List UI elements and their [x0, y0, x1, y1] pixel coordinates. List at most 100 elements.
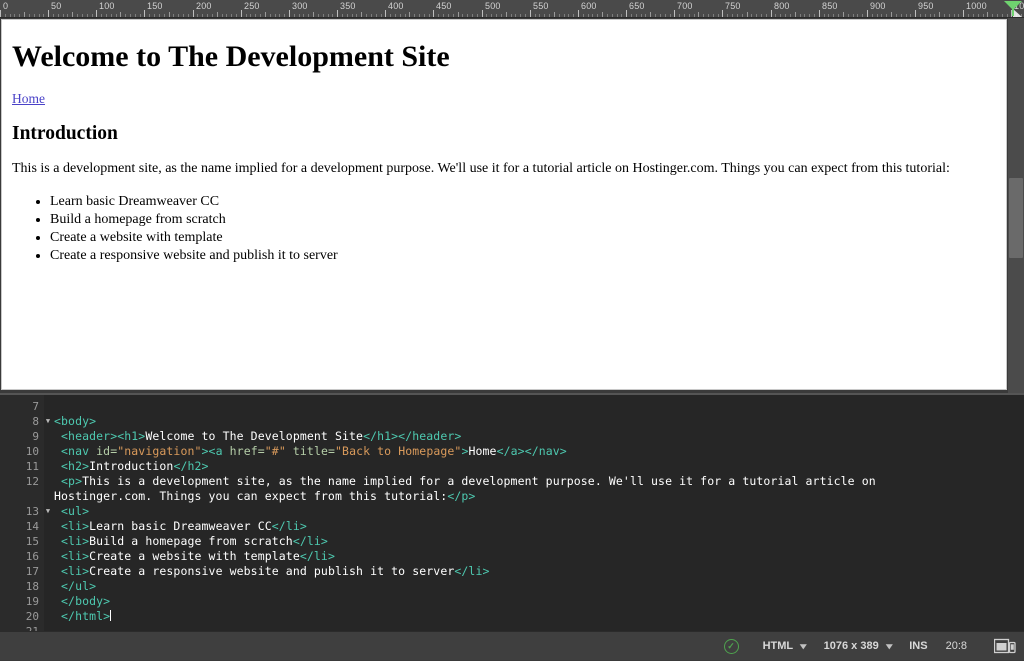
- ruler-tick: [602, 12, 603, 17]
- ruler-tick: [120, 12, 121, 17]
- rendered-page[interactable]: Welcome to The Development Site Home Int…: [1, 19, 1007, 390]
- intro-paragraph: This is a development site, as the name …: [12, 159, 956, 179]
- ruler-tick: [438, 14, 439, 17]
- code-line[interactable]: <p>This is a development site, as the na…: [54, 474, 1024, 489]
- ruler-tick: [578, 10, 579, 17]
- code-line[interactable]: [54, 624, 1024, 631]
- design-view[interactable]: Welcome to The Development Site Home Int…: [0, 18, 1024, 393]
- code-line[interactable]: </ul>: [54, 579, 1024, 594]
- code-line[interactable]: [54, 399, 1024, 414]
- ruler-tick: [751, 14, 752, 17]
- code-line[interactable]: <li>Create a responsive website and publ…: [54, 564, 1024, 579]
- ruler-tick: [978, 14, 979, 17]
- code-line[interactable]: Hostinger.com. Things you can expect fro…: [54, 489, 1024, 504]
- device-preview-icon[interactable]: [994, 638, 1016, 655]
- ruler-label: 800: [774, 1, 790, 11]
- code-line[interactable]: </html>: [54, 609, 1024, 624]
- section-heading-introduction: Introduction: [12, 123, 996, 145]
- ruler-tick: [588, 14, 589, 17]
- validation-status[interactable]: ✓: [715, 632, 748, 661]
- code-line[interactable]: <li>Learn basic Dreamweaver CC</li>: [54, 519, 1024, 534]
- ruler-tick: [154, 14, 155, 17]
- ruler-tick: [323, 14, 324, 17]
- list-item: Build a homepage from scratch: [50, 211, 996, 228]
- code-line[interactable]: <h2>Introduction</h2>: [54, 459, 1024, 474]
- text-cursor: [110, 610, 111, 621]
- preview-scrollbar-thumb[interactable]: [1009, 178, 1023, 258]
- code-line[interactable]: <body>: [54, 414, 1024, 429]
- ruler-tick: [188, 14, 189, 17]
- code-line[interactable]: <nav id="navigation"><a href="#" title="…: [54, 444, 1024, 459]
- ruler-tick: [780, 14, 781, 17]
- ruler-tick: [896, 14, 897, 17]
- ruler-tick: [19, 14, 20, 17]
- ruler-label: 100: [99, 1, 115, 11]
- ruler-label: 50: [51, 1, 61, 11]
- code-token-tag: </h2>: [173, 459, 208, 473]
- ruler-tick: [284, 14, 285, 17]
- ruler-tick: [954, 14, 955, 17]
- ruler-tick: [694, 14, 695, 17]
- code-indent: [54, 429, 61, 443]
- ruler-tick: [385, 10, 386, 17]
- ruler-tick: [539, 14, 540, 17]
- ruler-tick: [72, 12, 73, 17]
- ruler-tick: [607, 14, 608, 17]
- ruler-tick: [342, 14, 343, 17]
- ruler-tick: [356, 14, 357, 17]
- ruler-tick: [376, 14, 377, 17]
- ruler-tick: [63, 14, 64, 17]
- line-number: 13▼: [0, 504, 43, 519]
- code-text-area[interactable]: <body> <header><h1>Welcome to The Develo…: [44, 395, 1024, 631]
- ruler-tick: [448, 14, 449, 17]
- ruler-tick: [39, 14, 40, 17]
- ruler-tick: [819, 10, 820, 17]
- code-view[interactable]: 78▼910111213▼1415161718192021 <body> <he…: [0, 393, 1024, 631]
- ruler-tick: [987, 12, 988, 17]
- ruler-tick: [424, 14, 425, 17]
- code-token-txt: This is a development site, as the name …: [82, 474, 876, 488]
- code-indent: [54, 594, 61, 608]
- gutter-blank: [0, 489, 43, 504]
- ruler-tick: [973, 14, 974, 17]
- preview-scrollbar[interactable]: [1008, 18, 1024, 393]
- ruler-tick: [814, 14, 815, 17]
- ruler-tick: [183, 14, 184, 17]
- window-size-selector[interactable]: 1076 x 389 ▾: [815, 632, 901, 661]
- tutorial-list: Learn basic Dreamweaver CCBuild a homepa…: [12, 193, 996, 264]
- ruler-tick: [756, 14, 757, 17]
- code-indent: [54, 534, 61, 548]
- code-token-txt: Welcome to The Development Site: [145, 429, 363, 443]
- ruler-tick: [279, 14, 280, 17]
- code-line[interactable]: <ul>: [54, 504, 1024, 519]
- ruler-tick: [477, 14, 478, 17]
- code-line[interactable]: <li>Build a homepage from scratch</li>: [54, 534, 1024, 549]
- ruler-tick: [809, 14, 810, 17]
- code-line[interactable]: <header><h1>Welcome to The Development S…: [54, 429, 1024, 444]
- ruler-tick: [732, 14, 733, 17]
- doctype-selector[interactable]: HTML ▾: [754, 632, 815, 661]
- line-number-gutter[interactable]: 78▼910111213▼1415161718192021: [0, 395, 44, 631]
- horizontal-ruler[interactable]: 0501001502002503003504004505005506006507…: [0, 0, 1024, 18]
- nav-link-home[interactable]: Home: [12, 91, 45, 106]
- ruler-tick: [106, 14, 107, 17]
- list-item: Learn basic Dreamweaver CC: [50, 193, 996, 210]
- ruler-tick: [910, 14, 911, 17]
- status-bar: ✓ HTML ▾ 1076 x 389 ▾ INS 20:8: [0, 631, 1024, 660]
- code-line[interactable]: <li>Create a website with template</li>: [54, 549, 1024, 564]
- ruler-label: 650: [629, 1, 645, 11]
- ruler-tick: [804, 14, 805, 17]
- ruler-tick: [212, 14, 213, 17]
- ruler-tick: [328, 14, 329, 17]
- code-token-txt: Home: [468, 444, 496, 458]
- insert-mode-indicator[interactable]: INS: [900, 632, 936, 661]
- ruler-tick: [87, 14, 88, 17]
- ruler-tick: [626, 10, 627, 17]
- code-line[interactable]: </body>: [54, 594, 1024, 609]
- ruler-label: 500: [485, 1, 501, 11]
- ruler-width-marker-icon[interactable]: [1002, 0, 1024, 17]
- ruler-tick: [703, 14, 704, 17]
- ruler-tick: [217, 12, 218, 17]
- ruler-label: 600: [581, 1, 597, 11]
- ruler-tick: [968, 14, 969, 17]
